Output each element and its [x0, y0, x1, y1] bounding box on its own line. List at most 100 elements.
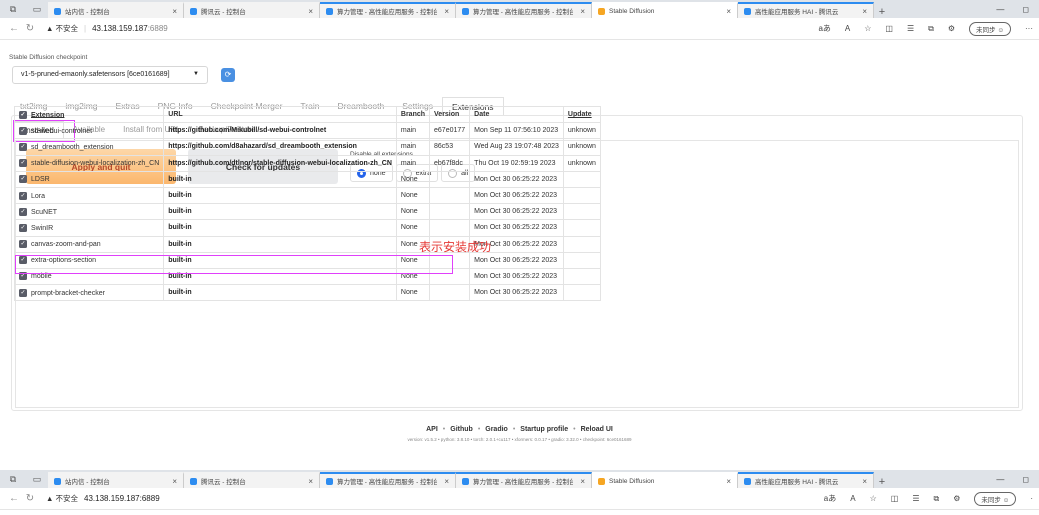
- footer-link-github[interactable]: Github: [450, 426, 473, 433]
- minimize-icon[interactable]: —: [996, 5, 1004, 14]
- favorites-icon[interactable]: ☰: [912, 494, 919, 503]
- reload-icon[interactable]: ↻: [22, 23, 38, 34]
- extension-checkbox[interactable]: ✓: [19, 142, 27, 151]
- cell-text: Mon Oct 30 06:25:22 2023: [474, 208, 558, 216]
- url-field[interactable]: 43.138.159.187:6889: [84, 494, 160, 503]
- extension-checkbox[interactable]: ✓: [19, 175, 27, 184]
- extensions-icon[interactable]: ⚙: [948, 24, 955, 33]
- footer-links: API • Github • Gradio • Startup profile • Reload…: [0, 426, 1039, 433]
- close-icon[interactable]: ×: [580, 7, 585, 16]
- tab-title: 高性能应用服务 HAI - 腾讯云: [755, 9, 839, 16]
- new-tab-button[interactable]: +: [874, 6, 890, 18]
- more-menu-icon[interactable]: ···: [1025, 24, 1033, 33]
- reload-icon[interactable]: ↻: [22, 493, 38, 504]
- insecure-label[interactable]: ▲ 不安全: [46, 23, 78, 34]
- restore-icon[interactable]: ◻: [1022, 5, 1029, 14]
- browser-tab[interactable]: Stable Diffusion ×: [592, 472, 738, 488]
- split-screen-icon[interactable]: ◫: [885, 24, 893, 33]
- read-aloud-icon[interactable]: aあ: [824, 493, 836, 504]
- read-aloud-icon[interactable]: aあ: [818, 23, 830, 34]
- extension-checkbox[interactable]: ✓: [19, 223, 27, 232]
- cell-branch: main: [395, 154, 431, 172]
- back-icon[interactable]: ←: [6, 493, 22, 504]
- insecure-label[interactable]: ▲ 不安全: [46, 493, 78, 504]
- browser-tab[interactable]: 高性能应用服务 HAI - 腾讯云 ×: [738, 472, 874, 488]
- workspaces-icon[interactable]: ⧉: [6, 472, 20, 486]
- extension-checkbox[interactable]: ✓: [19, 191, 27, 200]
- close-icon[interactable]: ×: [444, 7, 449, 16]
- extensions-icon[interactable]: ⚙: [953, 494, 960, 503]
- close-icon[interactable]: ×: [172, 7, 177, 16]
- font-icon[interactable]: A: [845, 24, 850, 33]
- footer-link-startup-profile[interactable]: Startup profile: [520, 426, 568, 433]
- cell-extension: ✓ prompt-bracket-checker: [13, 284, 165, 302]
- browser-tab[interactable]: 站内信 - 控制台 ×: [48, 472, 184, 488]
- tab-title: 站内信 - 控制台: [65, 9, 110, 16]
- browser-tab[interactable]: 高性能应用服务 HAI - 腾讯云 ×: [738, 2, 874, 18]
- restore-icon[interactable]: ◻: [1022, 475, 1029, 484]
- cell-extension: ✓ stable-diffusion-webui-localization-zh_…: [13, 154, 165, 172]
- cell-branch: None: [395, 186, 431, 205]
- browser-tab[interactable]: 算力管理 - 高性能应用服务 - 控制台 ×: [320, 472, 456, 488]
- favorite-star-icon[interactable]: ☆: [870, 494, 877, 503]
- table-row: ✓ LDSR built-in None Mon Oct 30 06:25:22 202…: [13, 170, 601, 188]
- browser-tab[interactable]: 算力管理 - 高性能应用服务 - 控制台 ×: [456, 2, 592, 18]
- cell-extension: ✓ sd_dreambooth_extension: [13, 138, 165, 156]
- extension-checkbox[interactable]: ✓: [19, 288, 27, 297]
- footer-separator: •: [512, 426, 516, 433]
- cell-update: unknown: [562, 154, 601, 172]
- favorites-icon[interactable]: ☰: [907, 24, 914, 33]
- close-icon[interactable]: ×: [726, 477, 731, 486]
- browser-tab[interactable]: 腾讯云 - 控制台 ×: [184, 2, 320, 18]
- close-icon[interactable]: ×: [580, 477, 585, 486]
- split-screen-icon[interactable]: ◫: [891, 494, 899, 503]
- tab-title: 算力管理 - 高性能应用服务 - 控制台: [473, 9, 573, 16]
- close-icon[interactable]: ×: [444, 477, 449, 486]
- close-icon[interactable]: ×: [726, 7, 731, 16]
- cell-text: 86c53: [434, 143, 454, 151]
- cell-url: https://github.com/Mikubill/sd-webui-con…: [163, 122, 397, 140]
- url-field[interactable]: 43.138.159.187:6889: [92, 24, 168, 33]
- close-icon[interactable]: ×: [308, 7, 313, 16]
- favorite-star-icon[interactable]: ☆: [864, 24, 871, 33]
- new-tab-button[interactable]: +: [874, 476, 890, 488]
- refresh-checkpoint-button[interactable]: ⟳: [221, 68, 235, 82]
- minimize-icon[interactable]: —: [996, 475, 1004, 484]
- footer-link-reload-ui[interactable]: Reload UI: [581, 426, 613, 433]
- tab-actions-icon[interactable]: ▭: [30, 2, 44, 16]
- browser-tab[interactable]: 腾讯云 - 控制台 ×: [184, 472, 320, 488]
- extension-checkbox[interactable]: ✓: [19, 240, 27, 249]
- cell-extension: ✓ canvas-zoom-and-pan: [13, 235, 165, 253]
- cell-text: https://github.com/d8ahazard/sd_dreamboo…: [168, 143, 357, 151]
- collections-icon[interactable]: ⧉: [928, 24, 934, 34]
- header-date: Date: [469, 105, 564, 124]
- sync-button[interactable]: 未同步 ☺: [974, 491, 1017, 506]
- extension-checkbox[interactable]: ✓: [19, 256, 27, 265]
- extension-checkbox[interactable]: ✓: [19, 272, 27, 281]
- checkpoint-select[interactable]: v1-5-pruned-emaonly.safetensors [6ce0161…: [12, 66, 208, 84]
- extension-checkbox[interactable]: ✓: [19, 207, 27, 216]
- close-icon[interactable]: ×: [862, 477, 867, 486]
- footer-link-gradio[interactable]: Gradio: [485, 426, 508, 433]
- more-menu-icon[interactable]: ·: [1030, 494, 1033, 503]
- browser-tab[interactable]: 算力管理 - 高性能应用服务 - 控制台 ×: [456, 472, 592, 488]
- font-icon[interactable]: A: [850, 494, 855, 503]
- footer-link-api[interactable]: API: [426, 426, 438, 433]
- sync-button[interactable]: 未同步 ☺: [969, 21, 1011, 36]
- close-icon[interactable]: ×: [862, 7, 867, 16]
- browser-tab[interactable]: Stable Diffusion ×: [592, 2, 738, 18]
- select-all-checkbox[interactable]: ✓: [19, 110, 27, 119]
- browser-tab[interactable]: 站内信 - 控制台 ×: [48, 2, 184, 18]
- browser-tab[interactable]: 算力管理 - 高性能应用服务 - 控制台 ×: [320, 2, 456, 18]
- close-icon[interactable]: ×: [172, 477, 177, 486]
- table-row: ✓ extra-options-section built-in None Mon Oc…: [13, 251, 601, 269]
- tab-actions-icon[interactable]: ▭: [30, 472, 44, 486]
- cell-text: mobile: [31, 273, 52, 281]
- close-icon[interactable]: ×: [308, 477, 313, 486]
- extension-checkbox[interactable]: ✓: [19, 126, 27, 135]
- workspaces-icon[interactable]: ⧉: [6, 2, 20, 16]
- extension-checkbox[interactable]: ✓: [19, 159, 27, 168]
- collections-icon[interactable]: ⧉: [933, 494, 939, 504]
- back-icon[interactable]: ←: [6, 23, 22, 34]
- tab-favicon-icon: [190, 7, 197, 15]
